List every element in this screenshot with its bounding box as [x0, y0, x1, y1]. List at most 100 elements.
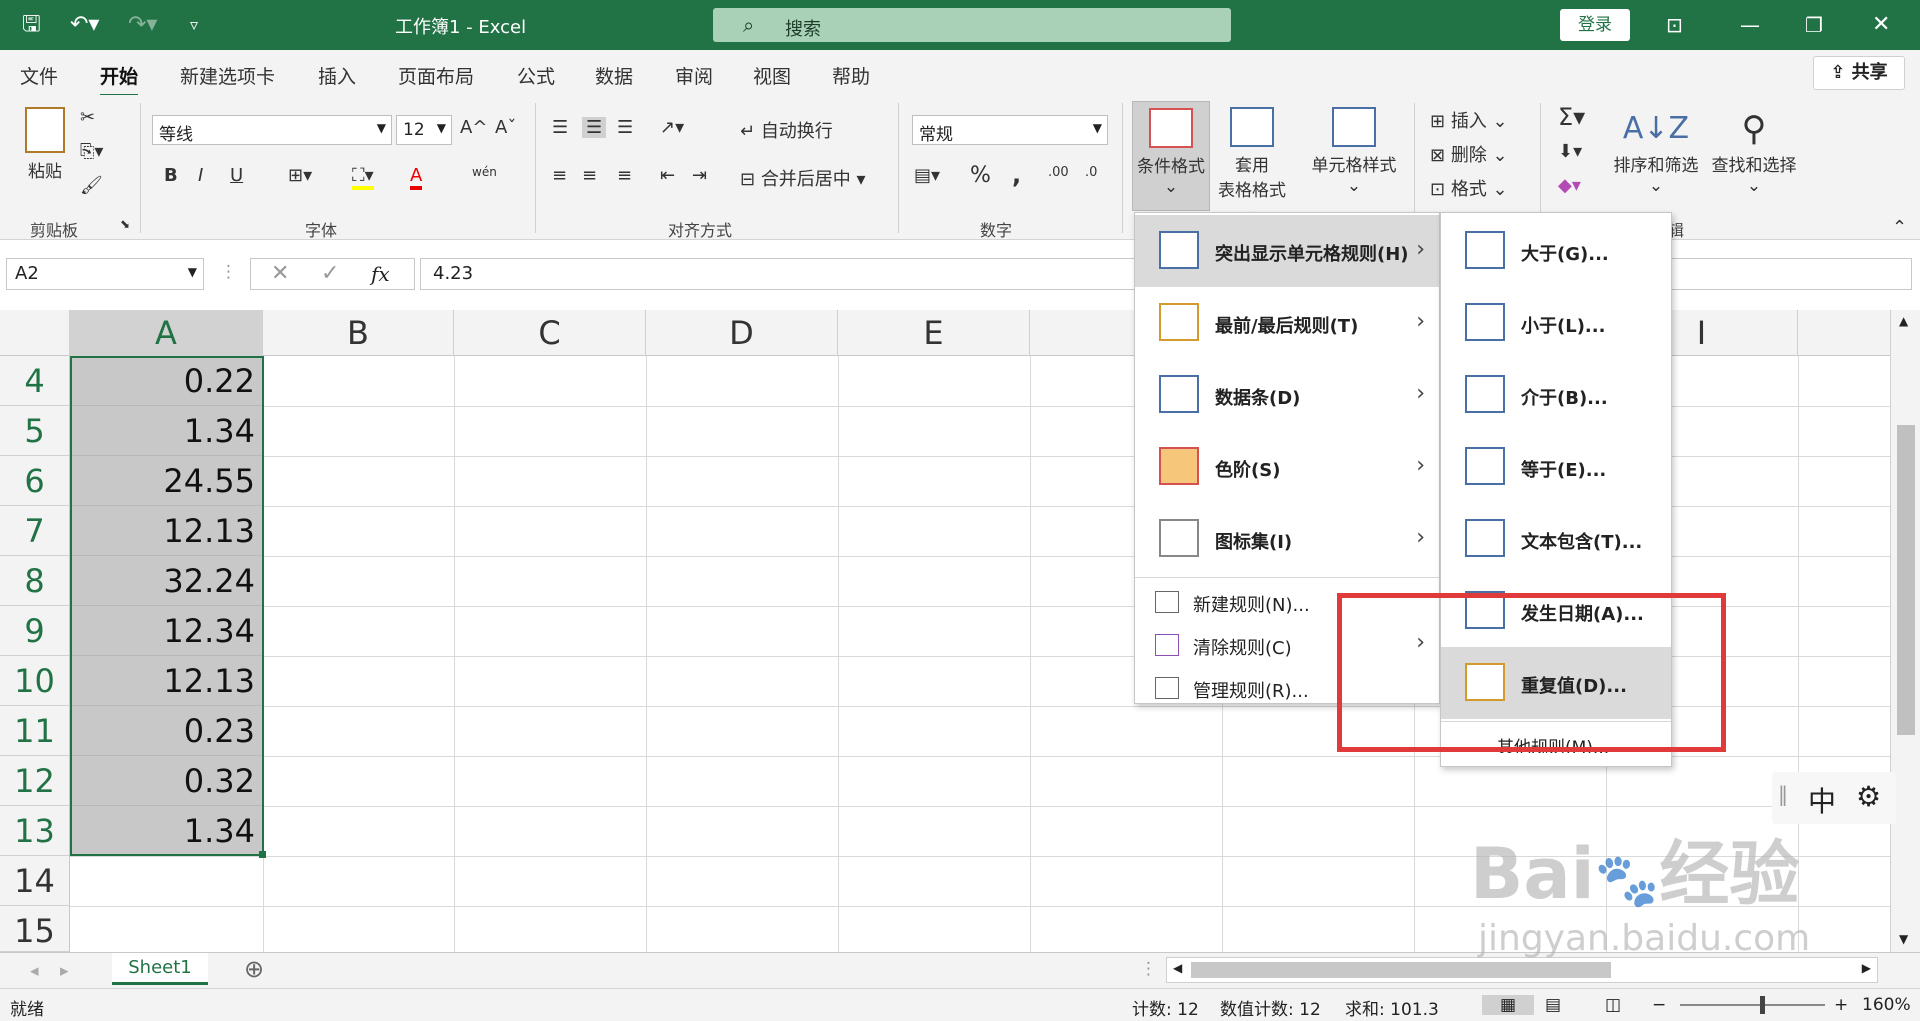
- copy-icon[interactable]: ⎘▾: [80, 141, 103, 162]
- vertical-scrollbar[interactable]: ▲ ▼: [1890, 310, 1920, 952]
- phonetic-icon[interactable]: wén: [472, 165, 497, 179]
- zoom-slider[interactable]: [1680, 1004, 1825, 1006]
- row-header[interactable]: 4: [0, 356, 70, 406]
- fill-icon[interactable]: ⬇▾: [1558, 141, 1582, 162]
- hscroll-thumb[interactable]: [1191, 962, 1611, 978]
- splitter-icon[interactable]: ⋮: [1140, 959, 1157, 979]
- tab-help[interactable]: 帮助: [832, 62, 870, 89]
- redo-icon[interactable]: ↷▾: [128, 12, 157, 38]
- gear-icon[interactable]: ⚙: [1856, 780, 1881, 813]
- orientation-icon[interactable]: ↗▾: [660, 117, 684, 138]
- scroll-right-icon[interactable]: ▶: [1862, 961, 1871, 975]
- tab-new[interactable]: 新建选项卡: [180, 62, 275, 89]
- percent-button[interactable]: %: [970, 163, 991, 188]
- scroll-up-icon[interactable]: ▲: [1899, 314, 1908, 328]
- paste-button[interactable]: 粘贴: [20, 107, 70, 182]
- scroll-down-icon[interactable]: ▼: [1899, 932, 1908, 946]
- dialog-launcher-icon[interactable]: ⬊: [120, 217, 130, 231]
- column-header-b[interactable]: B: [263, 310, 454, 356]
- accounting-format-icon[interactable]: ▤▾: [914, 165, 940, 186]
- ribbon-display-icon[interactable]: ⊡: [1666, 12, 1683, 38]
- normal-view-icon[interactable]: ▦: [1482, 995, 1535, 1015]
- enter-icon[interactable]: ✓: [321, 261, 339, 286]
- fill-handle[interactable]: [259, 851, 266, 858]
- row-header[interactable]: 15: [0, 906, 70, 952]
- row-header[interactable]: 10: [0, 656, 70, 706]
- add-sheet-button[interactable]: ⊕: [244, 955, 264, 983]
- decrease-decimal-icon[interactable]: .0: [1085, 165, 1097, 180]
- horizontal-scrollbar[interactable]: ◀ ▶: [1166, 957, 1878, 983]
- format-cells-button[interactable]: ⊡ 格式 ⌄: [1430, 175, 1508, 201]
- number-format-select[interactable]: 常规 ▼: [912, 115, 1108, 145]
- decrease-indent-icon[interactable]: ⇤: [660, 165, 675, 186]
- insert-cells-button[interactable]: ⊞ 插入 ⌄: [1430, 107, 1508, 133]
- font-family-select[interactable]: 等线 ▼: [152, 115, 392, 145]
- next-sheet-icon[interactable]: ▸: [60, 961, 69, 981]
- font-color-button[interactable]: A: [410, 165, 423, 190]
- comma-button[interactable]: ,: [1012, 161, 1021, 189]
- zoom-in-icon[interactable]: +: [1834, 995, 1848, 1015]
- align-middle-icon[interactable]: ☰: [582, 117, 607, 138]
- row-header[interactable]: 12: [0, 756, 70, 806]
- insert-function-button[interactable]: fx: [371, 262, 390, 286]
- share-button[interactable]: ⇪ 共享: [1813, 56, 1905, 90]
- sheet-tab-sheet1[interactable]: Sheet1: [112, 953, 208, 985]
- fill-color-icon[interactable]: ⛶▾: [352, 165, 374, 190]
- align-top-icon[interactable]: ☰: [552, 117, 568, 138]
- restore-icon[interactable]: ❐: [1805, 12, 1823, 38]
- column-header-e[interactable]: E: [838, 310, 1030, 356]
- grow-font-icon[interactable]: A^: [460, 117, 487, 138]
- tab-formulas[interactable]: 公式: [517, 62, 555, 89]
- clear-icon[interactable]: ◆▾: [1558, 175, 1581, 196]
- zoom-level[interactable]: 160%: [1862, 995, 1911, 1015]
- submenu-item-equal-to[interactable]: 等于(E)...: [1441, 431, 1671, 503]
- format-as-table-button[interactable]: 套用 表格格式 ⌄: [1212, 107, 1292, 221]
- borders-icon[interactable]: ⊞▾: [288, 165, 312, 186]
- menu-item-top-bottom[interactable]: 最前/最后规则(T) ›: [1135, 287, 1439, 359]
- scroll-thumb[interactable]: [1897, 425, 1915, 735]
- shrink-font-icon[interactable]: Aˇ: [495, 117, 516, 138]
- find-select-button[interactable]: ⚲ 查找和选择 ⌄: [1708, 107, 1800, 196]
- delete-cells-button[interactable]: ⊠ 删除 ⌄: [1430, 141, 1508, 167]
- tab-insert[interactable]: 插入: [318, 62, 356, 89]
- row-header[interactable]: 8: [0, 556, 70, 606]
- autosum-icon[interactable]: Σ▾: [1558, 103, 1585, 131]
- tab-file[interactable]: 文件: [20, 62, 58, 89]
- conditional-formatting-button[interactable]: 条件格式 ⌄: [1132, 101, 1210, 211]
- search-box[interactable]: ⌕ 搜索: [713, 8, 1231, 42]
- submenu-item-text-contains[interactable]: 文本包含(T)...: [1441, 503, 1671, 575]
- cancel-icon[interactable]: ✕: [271, 261, 289, 286]
- submenu-item-less-than[interactable]: 小于(L)...: [1441, 287, 1671, 359]
- prev-sheet-icon[interactable]: ◂: [30, 961, 39, 981]
- italic-button[interactable]: I: [198, 165, 203, 186]
- menu-item-icon-sets[interactable]: 图标集(I) ›: [1135, 503, 1439, 575]
- minimize-icon[interactable]: —: [1740, 12, 1760, 38]
- row-header[interactable]: 13: [0, 806, 70, 856]
- ime-mode-button[interactable]: 中: [1808, 780, 1836, 820]
- submenu-item-greater-than[interactable]: 大于(G)...: [1441, 215, 1671, 287]
- format-painter-icon[interactable]: 🖌: [80, 175, 103, 196]
- align-right-icon[interactable]: ≡: [617, 165, 632, 186]
- zoom-slider-thumb[interactable]: [1760, 996, 1765, 1014]
- page-layout-icon[interactable]: ▤: [1545, 995, 1561, 1015]
- row-header[interactable]: 7: [0, 506, 70, 556]
- tab-page-layout[interactable]: 页面布局: [398, 62, 474, 89]
- close-icon[interactable]: ✕: [1872, 12, 1890, 38]
- cut-icon[interactable]: ✂: [80, 107, 95, 128]
- select-all-corner[interactable]: [0, 310, 70, 356]
- name-box[interactable]: A2 ▼: [6, 258, 204, 290]
- collapse-ribbon-icon[interactable]: ⌃: [1892, 217, 1907, 238]
- cell-styles-button[interactable]: 单元格样式 ⌄: [1304, 107, 1404, 196]
- font-size-select[interactable]: 12 ▼: [396, 115, 452, 145]
- login-button[interactable]: 登录: [1560, 9, 1630, 41]
- row-header[interactable]: 6: [0, 456, 70, 506]
- bold-button[interactable]: B: [164, 165, 178, 186]
- save-icon[interactable]: 🖫: [22, 12, 41, 38]
- tab-view[interactable]: 视图: [753, 62, 791, 89]
- align-center-icon[interactable]: ≡: [582, 165, 597, 186]
- menu-item-color-scale[interactable]: 色阶(S) ›: [1135, 431, 1439, 503]
- increase-indent-icon[interactable]: ⇥: [692, 165, 707, 186]
- undo-icon[interactable]: ↶▾: [70, 12, 99, 38]
- page-break-icon[interactable]: ◫: [1605, 995, 1621, 1015]
- submenu-item-between[interactable]: 介于(B)...: [1441, 359, 1671, 431]
